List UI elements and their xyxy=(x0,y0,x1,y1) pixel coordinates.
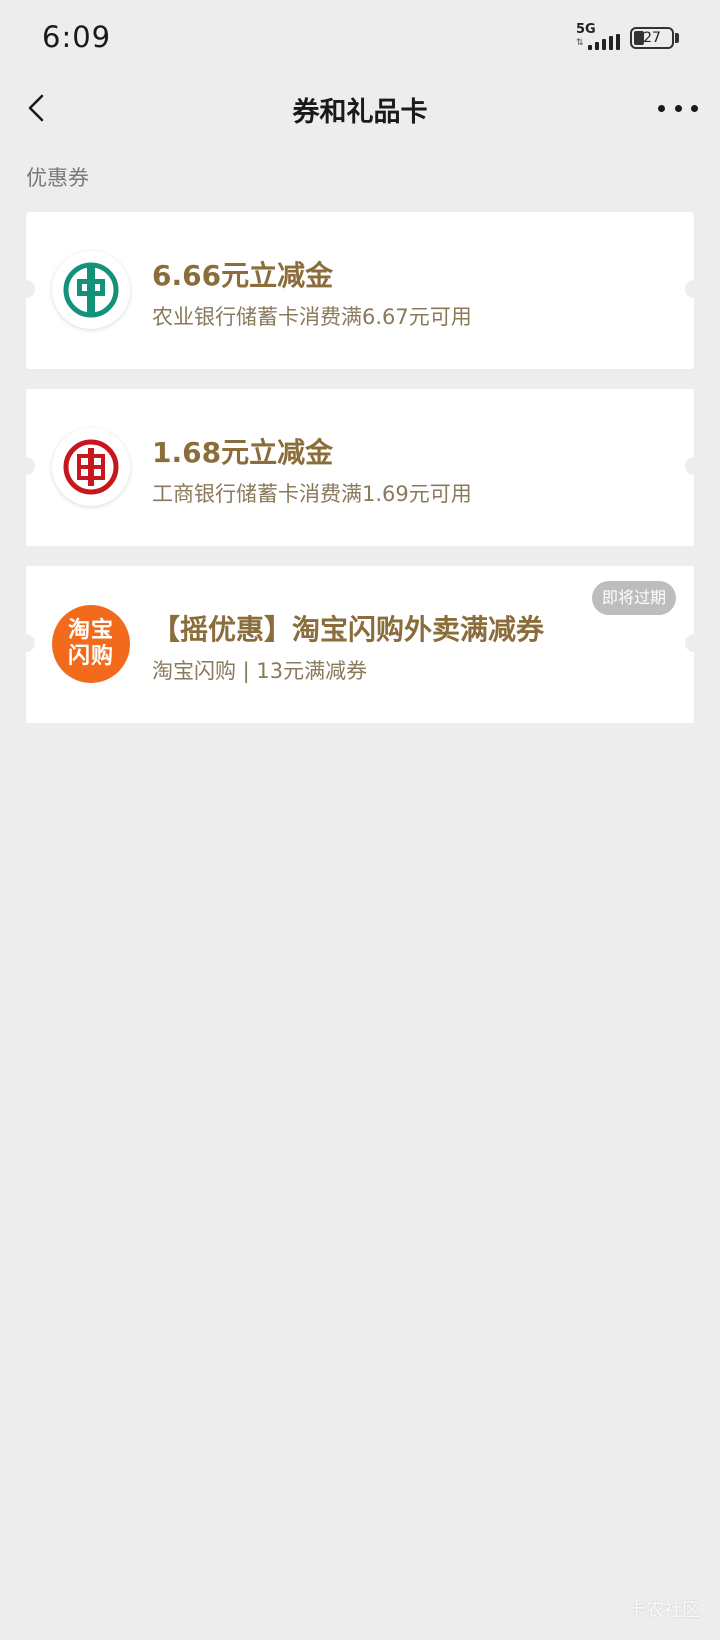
watermark: 卡农社区 xyxy=(628,1600,700,1621)
coupon-description: 工商银行储蓄卡消费满1.69元可用 xyxy=(152,482,472,506)
logo-text-line1: 淘宝 xyxy=(67,618,114,643)
battery-icon: 27 xyxy=(630,27,674,49)
more-dot-icon xyxy=(674,104,682,112)
coupon-card-abc[interactable]: 6.66元立减金 农业银行储蓄卡消费满6.67元可用 xyxy=(17,212,703,369)
coupon-card-icbc[interactable]: 1.68元立减金 工商银行储蓄卡消费满1.69元可用 xyxy=(17,389,703,546)
data-activity-icon: ⇅ xyxy=(576,38,584,48)
coupon-notch xyxy=(17,280,35,298)
coupon-notch xyxy=(685,280,703,298)
battery-percent: 27 xyxy=(643,30,661,46)
page-title: 券和礼品卡 xyxy=(292,97,428,128)
coupon-notch xyxy=(685,634,703,652)
expiring-soon-badge: 即将过期 xyxy=(591,581,676,615)
more-dot-icon xyxy=(691,104,698,112)
nav-bar: 券和礼品卡 xyxy=(0,80,720,136)
logo-text-line2: 闪购 xyxy=(67,644,114,669)
coupon-title: 6.66元立减金 xyxy=(152,259,334,292)
coupon-description: 淘宝闪购 | 13元满减券 xyxy=(152,659,368,683)
coupon-title: 【摇优惠】淘宝闪购外卖满减券 xyxy=(152,613,545,646)
taobao-shangou-logo: 淘宝 闪购 xyxy=(52,605,130,683)
status-bar: 6:09 5G ⇅ 27 xyxy=(0,0,720,80)
coupon-description: 农业银行储蓄卡消费满6.67元可用 xyxy=(152,305,472,329)
more-dot-icon xyxy=(658,104,665,112)
coupon-notch xyxy=(685,457,703,475)
icbc-bank-logo xyxy=(52,428,130,506)
status-time: 6:09 xyxy=(42,20,112,54)
coupon-card-taobao[interactable]: 淘宝 闪购 【摇优惠】淘宝闪购外卖满减券 淘宝闪购 | 13元满减券 即将过期 xyxy=(17,566,703,723)
abc-bank-logo xyxy=(52,251,130,329)
coupon-page: 6:09 5G ⇅ 27 券和礼品卡 优惠券 6.66元立减金 农业银行储蓄卡消… xyxy=(0,0,720,1640)
more-options-button[interactable] xyxy=(658,92,698,124)
coupon-notch xyxy=(17,457,35,475)
section-label: 优惠券 xyxy=(26,166,89,190)
signal-icon: 5G ⇅ xyxy=(574,22,624,52)
coupon-title: 1.68元立减金 xyxy=(152,436,334,469)
signal-bars-icon xyxy=(588,34,624,50)
battery-tip xyxy=(675,33,679,43)
coupon-notch xyxy=(17,634,35,652)
